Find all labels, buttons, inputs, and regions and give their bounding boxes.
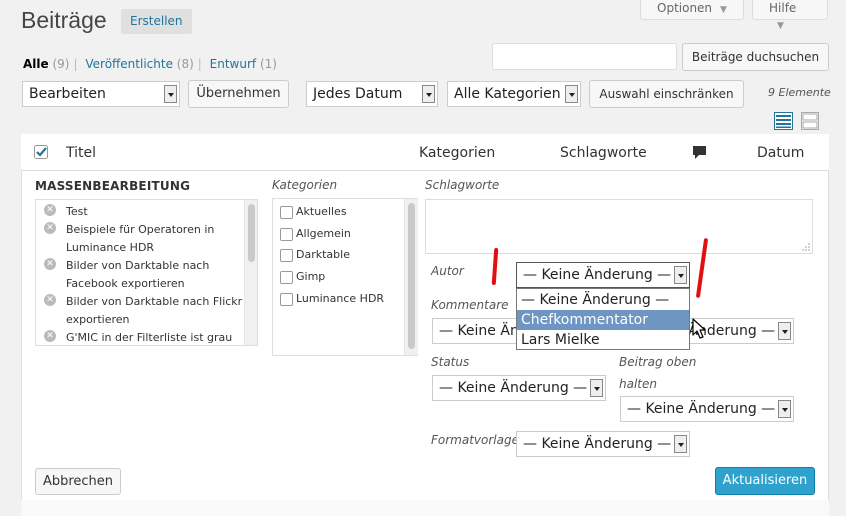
- list-view-icon[interactable]: [774, 112, 793, 130]
- category-checkbox[interactable]: [280, 228, 293, 241]
- list-item: ✕ Test: [44, 203, 244, 221]
- chevron-down-icon: [565, 85, 578, 103]
- category-aktuelles[interactable]: Aktuelles: [280, 205, 347, 221]
- status-filter-links: Alle (9) | Veröffentlichte (8) | Entwurf (…: [23, 57, 277, 71]
- filter-published-count: (8): [176, 57, 194, 71]
- chevron-down-icon: [164, 85, 177, 103]
- filter-draft-link[interactable]: Entwurf: [210, 57, 256, 71]
- category-checkbox[interactable]: [280, 249, 293, 262]
- bulk-edit-post-list: ✕ Test ✕ Beispiele für Operatoren in Lumin…: [35, 199, 258, 346]
- chevron-down-icon: [590, 379, 603, 397]
- help-button[interactable]: Hilfe ▼: [752, 0, 828, 31]
- author-label: Autor: [431, 264, 464, 278]
- filter-all-count: (9): [52, 57, 70, 71]
- bulk-action-value: Bearbeiten: [29, 86, 106, 102]
- categories-scrollbar[interactable]: [404, 199, 418, 355]
- sticky-value: — Keine Änderung —: [627, 401, 776, 417]
- tags-label: Schlagworte: [425, 178, 500, 192]
- author-option-lars-mielke[interactable]: Lars Mielke: [517, 330, 689, 350]
- table-row: [21, 500, 829, 516]
- format-select[interactable]: — Keine Änderung —: [516, 431, 690, 457]
- remove-icon[interactable]: ✕: [44, 222, 56, 234]
- remove-icon[interactable]: ✕: [44, 330, 56, 342]
- sticky-label-line1: Beitrag oben: [619, 355, 697, 369]
- chevron-down-icon: [422, 85, 435, 103]
- category-darktable[interactable]: Darktable: [280, 248, 350, 264]
- mouse-cursor-icon: [692, 318, 706, 339]
- column-categories: Kategorien: [419, 145, 496, 161]
- author-select[interactable]: — Keine Änderung —: [516, 262, 690, 288]
- filter-published-link[interactable]: Veröffentlichte: [85, 57, 173, 71]
- remove-icon[interactable]: ✕: [44, 258, 56, 270]
- sticky-select[interactable]: — Keine Änderung —: [620, 396, 794, 422]
- categories-checklist: Aktuelles Allgemein Darktable Gimp Lumin…: [272, 198, 418, 356]
- category-checkbox[interactable]: [280, 271, 293, 284]
- category-filter-select[interactable]: Alle Kategorien: [447, 81, 581, 107]
- author-value: — Keine Änderung —: [523, 267, 672, 283]
- item-count: 9 Elemente: [768, 86, 831, 99]
- add-new-button[interactable]: Erstellen: [121, 9, 192, 34]
- category-luminance-hdr[interactable]: Luminance HDR: [280, 292, 384, 308]
- status-label: Status: [431, 355, 470, 369]
- search-button[interactable]: Beiträge duchsuchen: [682, 43, 829, 71]
- category-filter-value: Alle Kategorien: [454, 86, 561, 102]
- chevron-down-icon: [674, 435, 687, 453]
- filter-all-link[interactable]: Alle: [23, 57, 49, 71]
- format-label: Formatvorlage: [431, 433, 519, 447]
- scrollbar-thumb[interactable]: [248, 204, 255, 262]
- help-label: Hilfe: [769, 1, 797, 15]
- category-allgemein[interactable]: Allgemein: [280, 227, 351, 243]
- comments-label: Kommentare: [431, 298, 509, 312]
- comment-bubble-icon[interactable]: [692, 145, 707, 160]
- column-date[interactable]: Datum: [757, 145, 804, 161]
- author-option-chefkommentator[interactable]: Chefkommentator: [517, 310, 689, 330]
- list-item: ✕ G'MIC in der Filterliste ist grau: [44, 329, 244, 345]
- category-checkbox[interactable]: [280, 293, 293, 306]
- date-filter-value: Jedes Datum: [313, 86, 403, 102]
- filter-button[interactable]: Auswahl einschränken: [589, 80, 744, 108]
- post-list-scrollbar[interactable]: [244, 200, 257, 345]
- list-item: ✕ Bilder von Darktable nach Facebook expo…: [44, 257, 244, 293]
- chevron-down-icon: ▼: [720, 5, 727, 15]
- remove-icon[interactable]: ✕: [44, 294, 56, 306]
- excerpt-view-icon[interactable]: [801, 112, 819, 130]
- chevron-down-icon: [778, 400, 791, 418]
- format-value: — Keine Änderung —: [523, 436, 672, 452]
- chevron-down-icon: [778, 322, 791, 340]
- author-option-no-change[interactable]: — Keine Änderung —: [517, 290, 689, 310]
- search-input[interactable]: [492, 43, 677, 70]
- bulk-action-select[interactable]: Bearbeiten: [22, 81, 180, 107]
- chevron-down-icon: [674, 266, 687, 284]
- category-checkbox[interactable]: [280, 206, 293, 219]
- list-item: ✕ Beispiele für Operatoren in Luminance H…: [44, 221, 244, 257]
- bulk-edit-heading: MASSENBEARBEITUNG: [35, 179, 191, 193]
- status-value: — Keine Änderung —: [439, 380, 588, 396]
- resize-handle-icon[interactable]: [801, 242, 810, 251]
- tags-textarea[interactable]: [425, 199, 813, 254]
- column-title[interactable]: Titel: [66, 145, 96, 161]
- cancel-button[interactable]: Abbrechen: [35, 468, 121, 495]
- chevron-down-icon: ▼: [777, 21, 784, 31]
- page-title: Beiträge: [21, 7, 107, 33]
- select-all-checkbox[interactable]: [34, 145, 48, 159]
- category-gimp[interactable]: Gimp: [280, 270, 325, 286]
- column-tags: Schlagworte: [560, 145, 647, 161]
- update-button[interactable]: Aktualisieren: [715, 467, 815, 495]
- categories-label: Kategorien: [272, 178, 338, 192]
- sticky-label-line2: halten: [619, 377, 657, 391]
- scrollbar-thumb[interactable]: [408, 203, 415, 349]
- status-select[interactable]: — Keine Änderung —: [432, 375, 606, 401]
- screen-options-button[interactable]: Optionen ▼: [640, 0, 744, 20]
- author-dropdown-list: — Keine Änderung — Chefkommentator Lars …: [516, 288, 690, 350]
- remove-icon[interactable]: ✕: [44, 204, 56, 216]
- list-item: ✕ Bilder von Darktable nach Flickr export…: [44, 293, 244, 329]
- date-filter-select[interactable]: Jedes Datum: [306, 81, 438, 107]
- apply-button[interactable]: Übernehmen: [188, 80, 289, 108]
- screen-options-label: Optionen: [657, 1, 713, 15]
- filter-draft-count: (1): [259, 57, 277, 71]
